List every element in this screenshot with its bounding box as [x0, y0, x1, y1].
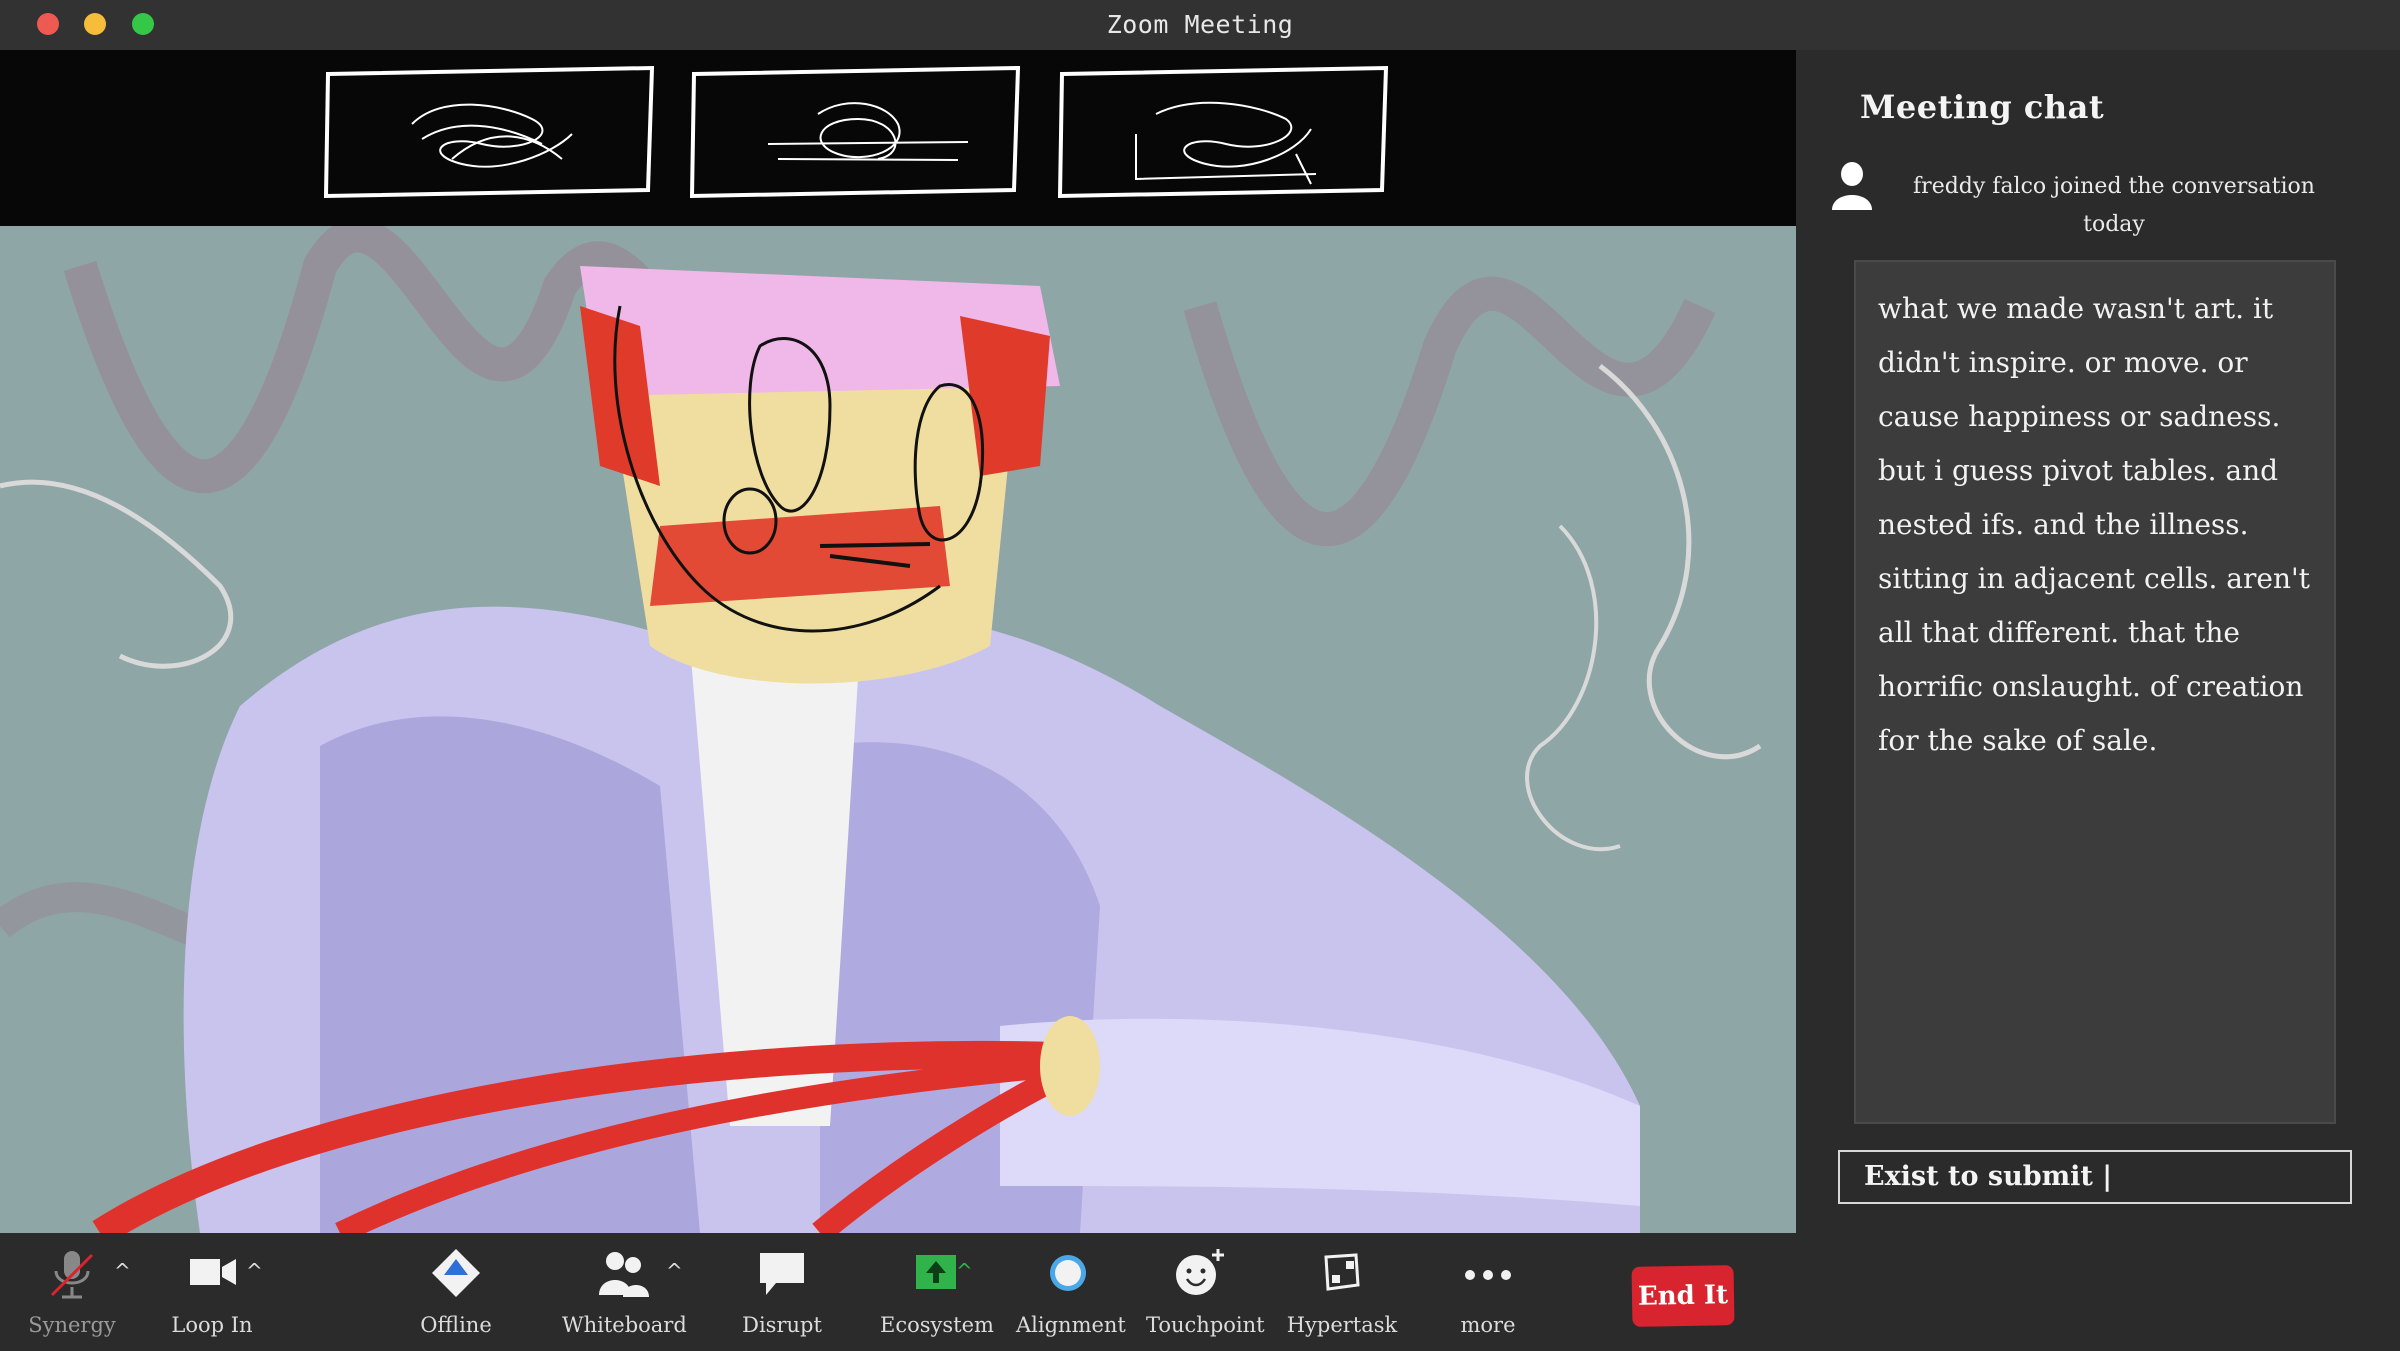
reaction-smiley-icon — [1176, 1249, 1224, 1295]
synergy-options-caret[interactable]: ^ — [114, 1259, 131, 1283]
loop-in-options-caret[interactable]: ^ — [246, 1259, 263, 1283]
chat-message-box: what we made wasn't art. it didn't inspi… — [1854, 260, 2336, 1124]
end-meeting-button[interactable]: End It — [1631, 1265, 1735, 1327]
disrupt-label: Disrupt — [742, 1313, 822, 1337]
participant-thumbnail-1[interactable] — [322, 64, 658, 200]
main-video-feed — [0, 226, 1796, 1233]
meeting-toolbar: Synergy ^ Loop In ^ Offline Whiteboard ^… — [0, 1233, 1796, 1351]
video-area — [0, 50, 1796, 1233]
participants-icon — [599, 1252, 649, 1297]
participant-thumbnail-strip — [0, 50, 1796, 226]
record-circle-icon — [1050, 1255, 1086, 1291]
whiteboard-options-caret[interactable]: ^ — [666, 1259, 683, 1283]
ecosystem-options-caret[interactable]: ^ — [956, 1259, 973, 1283]
synergy-button[interactable]: Synergy — [20, 1233, 124, 1351]
apps-puzzle-icon — [1324, 1253, 1360, 1291]
participant-thumbnail-3[interactable] — [1056, 64, 1392, 200]
whiteboard-button[interactable]: Whiteboard — [562, 1233, 687, 1351]
more-button[interactable]: more — [1436, 1233, 1540, 1351]
window-title: Zoom Meeting — [1106, 10, 1294, 39]
loop-in-label: Loop In — [171, 1313, 253, 1337]
chat-panel: Meeting chat freddy falco joined the con… — [1796, 50, 2400, 1351]
ecosystem-button[interactable]: Ecosystem — [880, 1233, 994, 1351]
video-camera-icon — [190, 1259, 236, 1285]
participant-thumbnail-2[interactable] — [688, 64, 1024, 200]
alignment-button[interactable]: Alignment — [1016, 1233, 1126, 1351]
join-notice: freddy falco joined the conversation tod… — [1913, 174, 2315, 237]
alignment-label: Alignment — [1016, 1313, 1126, 1337]
share-diamond-icon — [432, 1249, 480, 1297]
disrupt-button[interactable]: Disrupt — [730, 1233, 834, 1351]
touchpoint-label: Touchpoint — [1146, 1313, 1265, 1337]
chat-bubble-icon — [760, 1253, 804, 1295]
muted-microphone-icon — [50, 1251, 94, 1299]
whiteboard-label: Whiteboard — [562, 1313, 687, 1337]
touchpoint-button[interactable]: Touchpoint — [1146, 1233, 1265, 1351]
hypertask-label: Hypertask — [1286, 1313, 1398, 1337]
title-bar: Zoom Meeting — [0, 0, 2400, 51]
chat-message: what we made wasn't art. it didn't inspi… — [1878, 292, 2319, 757]
more-dots-icon — [1465, 1270, 1511, 1280]
offline-button[interactable]: Offline — [404, 1233, 508, 1351]
chat-input[interactable]: Exist to submit | — [1838, 1150, 2352, 1204]
offline-label: Offline — [420, 1313, 492, 1337]
hypertask-button[interactable]: Hypertask — [1286, 1233, 1398, 1351]
loop-in-button[interactable]: Loop In — [160, 1233, 264, 1351]
chat-title: Meeting chat — [1860, 88, 2105, 126]
user-avatar-icon — [1832, 162, 1872, 210]
more-label: more — [1460, 1313, 1516, 1337]
synergy-label: Synergy — [28, 1313, 116, 1337]
ecosystem-label: Ecosystem — [880, 1313, 994, 1337]
